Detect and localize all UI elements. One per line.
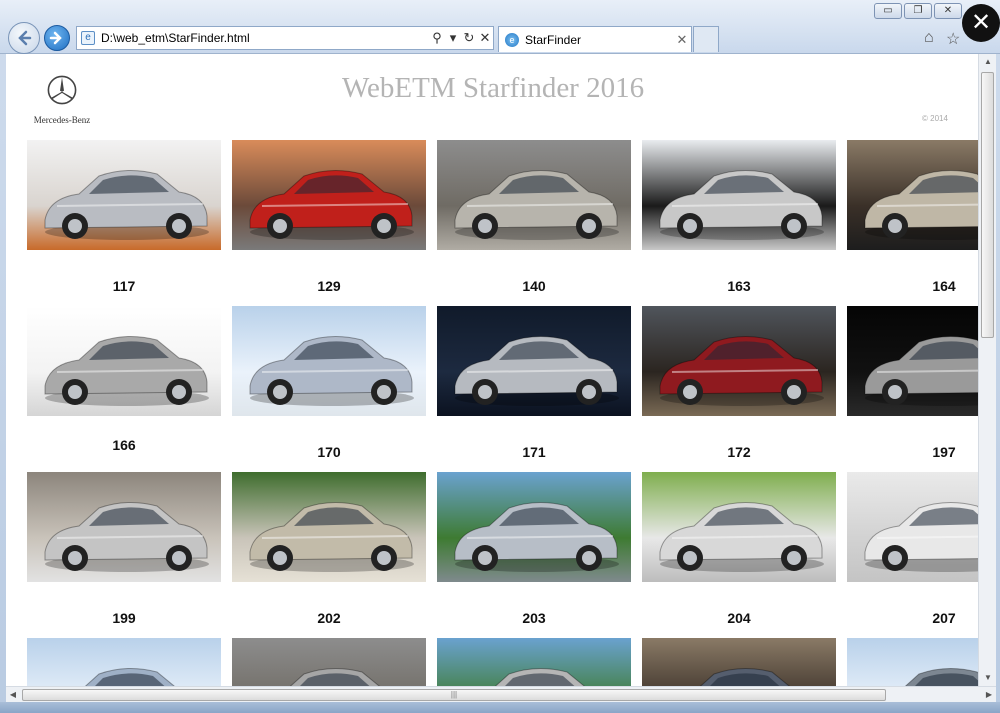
model-photo[interactable] (642, 472, 836, 582)
model-photo[interactable] (847, 306, 978, 416)
model-photo[interactable] (437, 638, 631, 686)
model-code-label[interactable]: 172 (642, 444, 836, 460)
scroll-up-icon[interactable]: ▲ (979, 54, 997, 70)
model-photo[interactable] (232, 306, 426, 416)
horizontal-scrollbar[interactable]: ◀ ||| ▶ (6, 686, 996, 702)
page-icon: e (81, 31, 95, 45)
page-viewport: Mercedes-Benz WebETM Starfinder 2016 © 2… (6, 54, 978, 686)
address-bar[interactable]: e D:\web_etm\StarFinder.html ⚲ ▾ ↻ ✕ (76, 26, 494, 50)
model-code-label[interactable]: 164 (847, 278, 978, 294)
vertical-scrollbar[interactable]: ▲ ▼ (978, 54, 996, 686)
forward-arrow-icon (49, 31, 62, 45)
taskbar (0, 702, 1000, 713)
model-code-label[interactable]: 129 (232, 278, 426, 294)
ie-tab-icon: e (505, 32, 519, 47)
model-code-label[interactable]: 166 (27, 437, 221, 453)
scroll-left-icon[interactable]: ◀ (6, 687, 20, 703)
model-photo[interactable] (642, 638, 836, 686)
minimize-button[interactable]: ▭ (874, 3, 902, 19)
horizontal-scroll-thumb[interactable]: ||| (22, 689, 886, 701)
model-code-label[interactable]: 163 (642, 278, 836, 294)
page-title: WebETM Starfinder 2016 (342, 72, 645, 104)
tab-close-icon[interactable]: ✕ (673, 32, 691, 48)
model-photo[interactable] (642, 140, 836, 250)
model-photo[interactable] (437, 472, 631, 582)
model-code-label[interactable]: 140 (437, 278, 631, 294)
copyright-text: © 2014 (922, 114, 948, 123)
window-controls: ▭ ❐ ✕ (874, 3, 962, 19)
model-photo[interactable] (27, 472, 221, 582)
overlay-close-button[interactable]: ✕ (962, 4, 1000, 42)
model-code-label[interactable]: 171 (437, 444, 631, 460)
model-photo[interactable] (642, 306, 836, 416)
address-text[interactable]: D:\web_etm\StarFinder.html (101, 31, 429, 45)
model-code-label[interactable]: 197 (847, 444, 978, 460)
favorites-star-icon[interactable]: ☆ (946, 29, 960, 49)
model-photo[interactable] (847, 638, 978, 686)
back-button[interactable] (8, 22, 40, 54)
model-code-label[interactable]: 207 (847, 610, 978, 626)
scroll-down-icon[interactable]: ▼ (979, 670, 997, 686)
forward-button[interactable] (44, 25, 70, 51)
model-code-label[interactable]: 170 (232, 444, 426, 460)
model-photo[interactable] (232, 140, 426, 250)
scroll-right-icon[interactable]: ▶ (982, 687, 996, 703)
window-close-button[interactable]: ✕ (934, 3, 962, 19)
browser-window: ▭ ❐ ✕ ✕ e D:\web_etm\StarFinder.html ⚲ ▾… (0, 0, 1000, 713)
refresh-icon[interactable]: ↻ (461, 30, 477, 46)
model-photo[interactable] (27, 638, 221, 686)
tab-title: StarFinder (525, 32, 582, 47)
back-arrow-icon (18, 30, 32, 46)
model-code-label[interactable]: 204 (642, 610, 836, 626)
browser-toolbar: ▭ ❐ ✕ ✕ e D:\web_etm\StarFinder.html ⚲ ▾… (0, 0, 1000, 54)
restore-button[interactable]: ❐ (904, 3, 932, 19)
model-photo[interactable] (847, 472, 978, 582)
model-photo[interactable] (437, 140, 631, 250)
model-photo[interactable] (847, 140, 978, 250)
model-photo[interactable] (232, 638, 426, 686)
search-icon[interactable]: ⚲ (429, 30, 445, 46)
model-photo[interactable] (27, 306, 221, 416)
model-photo[interactable] (27, 140, 221, 250)
model-code-label[interactable]: 202 (232, 610, 426, 626)
model-photo[interactable] (437, 306, 631, 416)
tab-starfinder[interactable]: e StarFinder ✕ (498, 26, 692, 52)
home-icon[interactable]: ⌂ (924, 29, 934, 47)
vertical-scroll-thumb[interactable] (981, 72, 994, 338)
model-code-label[interactable]: 203 (437, 610, 631, 626)
logo-text: Mercedes-Benz (33, 115, 91, 125)
model-code-label[interactable]: 199 (27, 610, 221, 626)
mercedes-logo: Mercedes-Benz (28, 74, 96, 125)
new-tab-button[interactable] (693, 26, 719, 52)
model-code-label[interactable]: 117 (27, 278, 221, 294)
dropdown-icon[interactable]: ▾ (445, 30, 461, 46)
stop-icon[interactable]: ✕ (477, 30, 493, 46)
mercedes-star-icon (47, 75, 77, 105)
model-photo[interactable] (232, 472, 426, 582)
